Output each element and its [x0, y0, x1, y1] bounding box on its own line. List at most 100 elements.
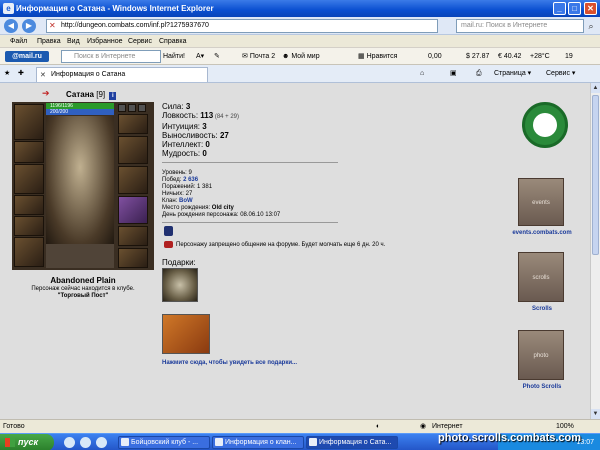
menu-tools[interactable]: Сервис [128, 37, 152, 46]
stat-label: Мудрость: [162, 149, 203, 158]
club-line: Персонаж сейчас находится в клубе. [31, 286, 135, 292]
events-banner[interactable]: events [518, 178, 564, 226]
myworld-link[interactable]: ☻ Мой мир [282, 51, 320, 62]
figure-base [46, 244, 114, 268]
search-icon[interactable]: ⌕ [585, 20, 597, 32]
toolbar-search-button[interactable]: Найти! [163, 51, 185, 62]
window-icon [215, 438, 223, 446]
like-button[interactable]: ▦ Нравится [358, 51, 397, 62]
photo-banner[interactable]: photo [518, 330, 564, 380]
stat-label: Интеллект: [162, 140, 206, 149]
info-clan: Клан: BoW [162, 198, 280, 205]
character-level: [9] [96, 90, 106, 99]
birthplace-value: Old city [211, 205, 234, 211]
magic-slot[interactable] [118, 196, 148, 224]
armor-slot[interactable] [14, 195, 44, 215]
scrolls-banner[interactable]: scrolls [518, 252, 564, 302]
photo-scrolls-link[interactable]: Photo Scrolls [510, 384, 574, 390]
menu-favorites[interactable]: Избранное [87, 37, 122, 46]
tools-menu[interactable]: Сервис ▾ [546, 69, 575, 79]
helmet-slot[interactable] [14, 104, 44, 140]
menu-help[interactable]: Справка [159, 37, 186, 46]
club-name: "Торговый Пост" [57, 293, 109, 299]
clan-emblem-icon[interactable] [164, 226, 173, 236]
see-all-gifts-link[interactable]: Нажмите сюда, чтобы увидеть все подарки.… [162, 360, 297, 366]
page-menu[interactable]: Страница ▾ [494, 69, 531, 79]
earring-slot[interactable] [118, 104, 126, 112]
start-button[interactable]: пуск [0, 434, 54, 450]
gift-shield-image[interactable] [162, 268, 198, 302]
scrolls-link[interactable]: Scrolls [510, 306, 574, 312]
mailru-toolbar: @mail.ru Поиск в Интернете Найти! A▾ ✎ ✉… [0, 48, 600, 65]
scroll-up-icon[interactable]: ▲ [591, 83, 600, 93]
stat-label: Выносливость: [162, 131, 220, 140]
wins-link[interactable]: 2 636 [183, 177, 198, 183]
ring-slot[interactable] [138, 104, 146, 112]
menu-file[interactable]: Файл [10, 37, 27, 46]
weapon-slot[interactable] [14, 164, 44, 194]
url-input[interactable]: ✕ http://dungeon.combats.com/inf.pl?1275… [46, 19, 438, 33]
menu-view[interactable]: Вид [67, 37, 80, 46]
tab-active[interactable]: ✕ Информация о Сатана [36, 67, 208, 82]
search-input[interactable]: mail.ru: Поиск в Интернете [456, 19, 584, 33]
gloves-slot[interactable] [118, 114, 148, 134]
vertical-scrollbar[interactable]: ▲ ▼ [590, 83, 600, 419]
belt-slot[interactable] [14, 216, 44, 236]
runes-slot[interactable] [118, 248, 148, 268]
character-figure[interactable] [46, 116, 114, 244]
zoom-level[interactable]: 100% [556, 422, 574, 432]
offhand-slot[interactable] [118, 166, 148, 194]
forward-button[interactable]: ▶ [22, 19, 36, 33]
info-icon[interactable]: i [109, 92, 117, 100]
taskbar-item-label: Бойцовский клуб - ... [131, 439, 199, 446]
print-icon[interactable]: ⎙ [476, 69, 482, 79]
clan-link[interactable]: BoW [179, 198, 193, 204]
add-favorites-icon[interactable]: ✚ [18, 69, 24, 79]
arrow-icon[interactable]: ➔ [42, 88, 50, 99]
favorites-star-icon[interactable]: ★ [4, 69, 10, 79]
mailru-logo[interactable]: @mail.ru [5, 51, 49, 62]
toolbar-search-input[interactable]: Поиск в Интернете [61, 50, 161, 63]
title-bar[interactable]: e Информация о Сатана - Windows Internet… [0, 0, 600, 17]
weather-widget[interactable]: +28°C [530, 51, 550, 62]
close-button[interactable]: ✕ [584, 2, 597, 15]
feeds-icon[interactable]: ▣ [450, 69, 457, 79]
character-name: Сатана [9] i [66, 90, 117, 100]
bracers-slot[interactable] [14, 141, 44, 163]
shield-slot[interactable] [118, 136, 148, 164]
scroll-thumb[interactable] [592, 95, 599, 255]
taskbar-item-club[interactable]: Бойцовский клуб - ... [118, 436, 210, 449]
boots-slot[interactable] [14, 237, 44, 267]
money-widget[interactable]: 0,00 [428, 51, 442, 62]
myworld-label: Мой мир [291, 53, 320, 60]
amulet-slot[interactable] [128, 104, 136, 112]
gift-scroll-image[interactable] [162, 314, 210, 354]
scroll-down-icon[interactable]: ▼ [591, 409, 600, 419]
taskbar-item-satana[interactable]: Информация о Сата... [306, 436, 398, 449]
font-icon[interactable]: A▾ [196, 51, 204, 62]
quicklaunch-desktop-icon[interactable] [96, 437, 107, 448]
tab-label: Информация о Сатана [51, 71, 126, 78]
news-count[interactable]: 19 [565, 51, 573, 62]
mail-link[interactable]: ✉ Почта 2 [242, 51, 275, 62]
site-icon: ✕ [49, 21, 56, 30]
taskbar-item-clan[interactable]: Информация о клан... [212, 436, 304, 449]
stat-agility: Ловкость: 113 (84 + 29) [162, 111, 239, 122]
home-icon[interactable]: ⌂ [420, 69, 424, 79]
window-icon [309, 438, 317, 446]
stat-strength: Сила: 3 [162, 102, 239, 111]
ie-icon: e [3, 3, 14, 14]
stat-intellect: Интеллект: 0 [162, 140, 239, 149]
back-button[interactable]: ◀ [4, 19, 18, 33]
quicklaunch-browser-icon[interactable] [64, 437, 75, 448]
leggings-slot[interactable] [118, 226, 148, 246]
character-name-text: Сатана [66, 90, 94, 99]
pencil-icon[interactable]: ✎ [214, 51, 220, 62]
events-link[interactable]: events.combats.com [510, 230, 574, 236]
menu-edit[interactable]: Правка [37, 37, 61, 46]
minimize-button[interactable]: _ [553, 2, 566, 15]
maximize-button[interactable]: □ [568, 2, 581, 15]
combats-logo[interactable] [522, 102, 568, 148]
silence-icon [164, 241, 173, 248]
quicklaunch-ie-icon[interactable] [80, 437, 91, 448]
